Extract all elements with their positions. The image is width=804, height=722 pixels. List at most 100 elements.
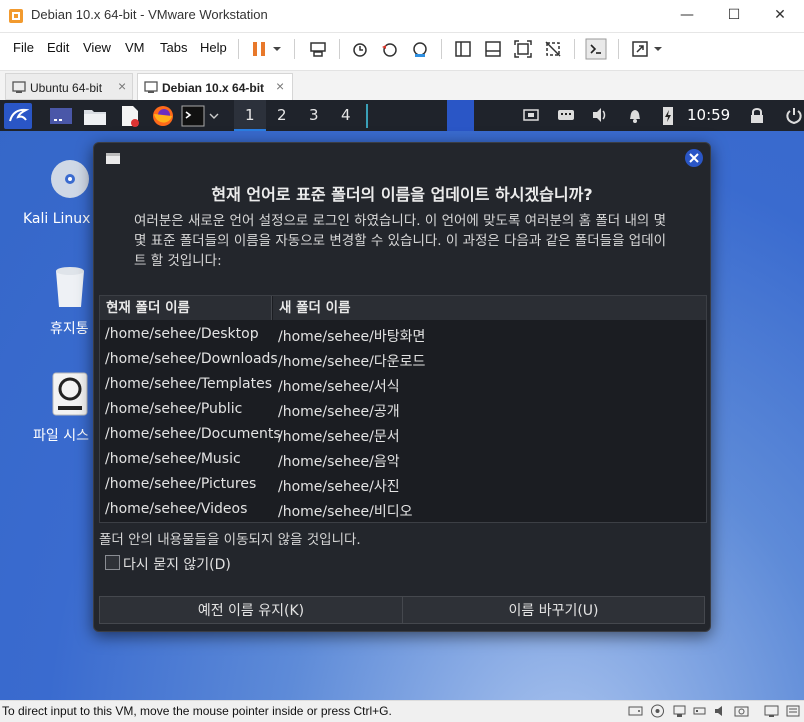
- update-names-button[interactable]: 이름 바꾸기(U): [402, 596, 705, 624]
- window-title: Debian 10.x 64-bit - VMware Workstation: [31, 7, 268, 22]
- drive-icon: [52, 372, 88, 416]
- camera-icon[interactable]: [734, 704, 749, 718]
- desktop-icon-label: Kali Linux a: [23, 211, 104, 227]
- table-cell-new: /home/sehee/음악: [278, 454, 400, 470]
- unity-mode-icon[interactable]: [543, 39, 563, 59]
- menu-vm[interactable]: VM: [125, 40, 145, 55]
- panel-clock[interactable]: 10:59: [687, 106, 730, 124]
- table-cell-new: /home/sehee/공개: [278, 404, 400, 420]
- chevron-down-icon[interactable]: [271, 39, 283, 59]
- window-titlebar: Debian 10.x 64-bit - VMware Workstation …: [0, 0, 804, 33]
- dialog-note: 폴더 안의 내용물들을 이동되지 않을 것입니다.: [99, 532, 361, 548]
- table-cell-current: /home/sehee/Templates: [105, 376, 273, 392]
- table-cell-new: /home/sehee/서식: [278, 379, 400, 395]
- keyboard-icon[interactable]: [557, 108, 575, 122]
- table-cell-new: /home/sehee/사진: [278, 479, 400, 495]
- tab-ubuntu[interactable]: Ubuntu 64-bit ×: [5, 73, 133, 100]
- firefox-icon[interactable]: [151, 104, 175, 128]
- toolbar-separator: [574, 39, 575, 59]
- vm-screen[interactable]: 1 2 3 4 10:59 Kali Linux a 휴지통 파일 시스 현재 …: [0, 100, 804, 700]
- menu-edit[interactable]: Edit: [47, 40, 69, 55]
- window-icon: [106, 153, 120, 164]
- desktop-icon-label: 파일 시스: [33, 428, 89, 444]
- dont-ask-again-checkbox[interactable]: [105, 555, 120, 570]
- revert-snapshot-icon[interactable]: [380, 39, 400, 59]
- table-cell-current: /home/sehee/Public: [105, 401, 243, 417]
- table-cell-new: /home/sehee/비디오: [278, 504, 413, 520]
- trash-icon: [56, 267, 84, 307]
- stretch-guest-icon[interactable]: [630, 39, 650, 59]
- thumbnail-bar-icon[interactable]: [483, 39, 503, 59]
- table-cell-current: /home/sehee/Downloads: [105, 351, 278, 367]
- send-keys-icon[interactable]: [308, 39, 328, 59]
- kali-menu-button[interactable]: [4, 103, 32, 129]
- folder-rename-table: 현재 폴더 이름 새 폴더 이름 /home/sehee/Desktop /ho…: [99, 295, 707, 523]
- show-library-icon[interactable]: [453, 39, 473, 59]
- tab-label: Ubuntu 64-bit: [30, 81, 103, 95]
- text-editor-icon[interactable]: [118, 104, 142, 128]
- table-cell-current: /home/sehee/Videos: [105, 501, 248, 517]
- workspace-2[interactable]: 2: [277, 106, 287, 124]
- status-bar: To direct input to this VM, move the mou…: [0, 700, 804, 722]
- menu-toolbar: File Edit View VM Tabs Help: [0, 33, 804, 65]
- battery-power-icon[interactable]: [661, 105, 675, 126]
- vm-tab-strip: Ubuntu 64-bit × Debian 10.x 64-bit ×: [0, 70, 804, 102]
- vmware-app-icon: [9, 9, 23, 23]
- table-cell-current: /home/sehee/Music: [105, 451, 241, 467]
- tab-debian[interactable]: Debian 10.x 64-bit ×: [137, 73, 293, 102]
- minimize-button[interactable]: —: [664, 0, 710, 32]
- keep-old-names-button[interactable]: 예전 이름 유지(K): [99, 596, 403, 624]
- toolbar-separator: [339, 39, 340, 59]
- panel-separator: [366, 104, 368, 128]
- column-header-new[interactable]: 새 폴더 이름: [273, 296, 706, 320]
- power-icon[interactable]: [784, 106, 804, 125]
- close-icon[interactable]: [684, 148, 704, 168]
- table-cell-new: /home/sehee/다운로드: [278, 354, 426, 370]
- close-window-button[interactable]: ✕: [757, 0, 803, 32]
- dont-ask-again-label[interactable]: 다시 묻지 않기(D): [123, 554, 231, 574]
- toolbar-separator: [618, 39, 619, 59]
- menu-tabs[interactable]: Tabs: [160, 40, 187, 55]
- chevron-down-icon[interactable]: [209, 112, 219, 120]
- file-manager-icon[interactable]: [83, 105, 107, 127]
- menu-file[interactable]: File: [13, 40, 34, 55]
- table-cell-new: /home/sehee/문서: [278, 429, 400, 445]
- menu-view[interactable]: View: [83, 40, 111, 55]
- network-adapter-icon[interactable]: [672, 704, 687, 718]
- snapshot-manager-icon[interactable]: [410, 39, 430, 59]
- rename-folders-dialog: 현재 언어로 표준 폴더의 이름을 업데이트 하시겠습니까? 여러분은 새로운 …: [93, 142, 711, 632]
- volume-icon[interactable]: [591, 107, 609, 123]
- tab-close-icon[interactable]: ×: [118, 78, 126, 94]
- menu-help[interactable]: Help: [200, 40, 227, 55]
- column-header-current[interactable]: 현재 폴더 이름: [100, 296, 272, 320]
- pause-icon[interactable]: [249, 39, 269, 59]
- terminal-icon[interactable]: [181, 105, 205, 127]
- full-screen-icon[interactable]: [513, 39, 533, 59]
- workspace-3[interactable]: 3: [309, 106, 319, 124]
- toolbar-separator: [441, 39, 442, 59]
- show-desktop-icon[interactable]: [48, 105, 74, 127]
- table-cell-current: /home/sehee/Documents: [105, 426, 281, 442]
- dialog-heading: 현재 언어로 표준 폴더의 이름을 업데이트 하시겠습니까?: [211, 185, 593, 204]
- message-log-icon[interactable]: [786, 704, 801, 718]
- lock-icon[interactable]: [749, 107, 765, 124]
- chevron-down-icon[interactable]: [652, 39, 664, 59]
- console-view-icon[interactable]: [585, 38, 607, 60]
- sound-card-icon[interactable]: [713, 704, 728, 718]
- tab-close-icon[interactable]: ×: [276, 78, 284, 94]
- network-icon[interactable]: [522, 107, 540, 123]
- workspace-4[interactable]: 4: [341, 106, 351, 124]
- table-cell-current: /home/sehee/Desktop: [105, 326, 259, 342]
- cd-rom-icon[interactable]: [650, 704, 665, 718]
- status-text: To direct input to this VM, move the mou…: [2, 704, 392, 718]
- hard-disk-icon[interactable]: [628, 704, 643, 718]
- notification-bell-icon[interactable]: [627, 107, 643, 124]
- workspace-1[interactable]: 1: [245, 106, 255, 124]
- toolbar-separator: [238, 39, 239, 59]
- cpu-graph: [447, 100, 474, 131]
- usb-icon[interactable]: [692, 704, 707, 718]
- snapshot-icon[interactable]: [350, 39, 370, 59]
- xfce-top-panel: 1 2 3 4 10:59: [0, 100, 804, 131]
- maximize-button[interactable]: ☐: [711, 0, 757, 32]
- display-icon[interactable]: [764, 704, 779, 718]
